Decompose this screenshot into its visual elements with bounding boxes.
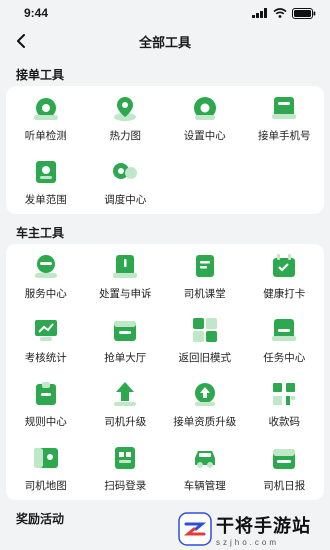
section-title: 接单工具	[16, 68, 65, 82]
tool-item[interactable]: 调度中心	[86, 150, 166, 214]
task-icon	[272, 319, 297, 341]
tool-label: 司机日报	[263, 480, 306, 492]
watermark-subtitle: szjho.com	[216, 537, 280, 547]
qualification-upgrade-icon	[194, 383, 215, 406]
tool-item[interactable]: 热力图	[86, 86, 166, 150]
status-bar: 9:44	[0, 0, 330, 26]
tool-item[interactable]: 健康打卡	[245, 244, 325, 308]
status-time: 9:44	[24, 6, 49, 20]
vehicle-icon	[194, 451, 215, 468]
rules-icon	[35, 382, 56, 405]
tools-content: 接单工具听单检测 热力图 设置中心 接单手机号发单范围 调度中心车主工具服务中心 处置与申…	[0, 56, 330, 530]
tool-item[interactable]: 司机地图	[6, 436, 86, 500]
listen-detect-icon	[33, 98, 58, 120]
page-title: 全部工具	[138, 34, 191, 50]
tool-label: 接单资质升级	[173, 416, 237, 428]
tool-item[interactable]: 服务中心	[6, 244, 86, 308]
tool-label: 处置与申诉	[99, 288, 152, 300]
tools-card: 听单检测 热力图 设置中心 接单手机号发单范围 调度中心	[6, 86, 324, 214]
tool-label: 收款码	[268, 416, 301, 428]
tool-item[interactable]: 扫码登录	[86, 436, 166, 500]
tool-item[interactable]: 抢单大厅	[86, 308, 166, 372]
old-mode-icon	[192, 318, 217, 342]
wifi-icon	[273, 8, 287, 18]
site-watermark: 干将手游站 szjho.com	[178, 508, 328, 550]
tool-item[interactable]: 考核统计	[6, 308, 86, 372]
nav-bar: 全部工具	[0, 26, 330, 56]
service-icon	[34, 255, 57, 278]
settings-icon	[193, 97, 216, 120]
driver-upgrade-icon	[114, 382, 137, 406]
section-title: 车主工具	[16, 226, 65, 240]
appeal-icon	[113, 255, 138, 278]
tool-item[interactable]: 接单资质升级	[165, 372, 245, 436]
payment-code-icon	[273, 383, 296, 405]
tool-item[interactable]: 任务中心	[245, 308, 325, 372]
back-button[interactable]	[8, 28, 34, 54]
signal-icon	[252, 8, 267, 18]
chevron-left-icon	[17, 34, 25, 48]
status-icons	[252, 7, 316, 19]
tool-item[interactable]: 规则中心	[6, 372, 86, 436]
order-range-icon	[35, 161, 56, 183]
tool-label: 发单范围	[24, 194, 67, 206]
tool-item[interactable]: 听单检测	[6, 86, 86, 150]
statistics-icon	[34, 320, 57, 341]
tool-label: 热力图	[109, 130, 142, 142]
tool-item[interactable]: 收款码	[245, 372, 325, 436]
tool-label: 规则中心	[24, 416, 67, 428]
tool-label: 返回旧模式	[178, 352, 232, 364]
tool-label: 车辆管理	[183, 480, 226, 492]
tool-label: 司机地图	[24, 480, 67, 492]
driver-map-icon	[33, 448, 58, 468]
order-hall-icon	[114, 321, 137, 341]
tool-label: 司机课堂	[183, 288, 226, 300]
dispatch-icon	[113, 163, 138, 179]
tool-label: 听单检测	[24, 130, 67, 142]
tool-item[interactable]: 司机升级	[86, 372, 166, 436]
tool-item[interactable]: 司机日报	[245, 436, 325, 500]
scan-login-icon	[115, 447, 136, 469]
tool-label: 司机升级	[104, 416, 147, 428]
watermark-title: 干将手游站	[216, 515, 311, 536]
tool-item[interactable]: 接单手机号	[245, 86, 325, 150]
tool-label: 健康打卡	[263, 288, 306, 300]
tool-item[interactable]: 发单范围	[6, 150, 86, 214]
tool-item[interactable]: 处置与申诉	[86, 244, 166, 308]
tool-label: 考核统计	[24, 352, 67, 364]
battery-icon	[292, 7, 316, 19]
tool-label: 设置中心	[183, 130, 226, 142]
phone-number-icon	[272, 97, 297, 119]
tool-item[interactable]: 司机课堂	[165, 244, 245, 308]
tool-label: 任务中心	[263, 352, 306, 364]
tool-label: 扫码登录	[104, 480, 147, 492]
tool-item[interactable]: 车辆管理	[165, 436, 245, 500]
classroom-icon	[195, 255, 214, 277]
tool-label: 抢单大厅	[104, 352, 147, 364]
tool-item[interactable]: 设置中心	[165, 86, 245, 150]
tool-label: 服务中心	[24, 288, 67, 300]
daily-report-icon	[273, 449, 296, 469]
heatmap-icon	[114, 97, 137, 121]
tool-label: 调度中心	[104, 194, 147, 206]
tools-card: 服务中心 处置与申诉 司机课堂 健康打卡 考核统计 抢单大厅 返回旧模式 任务中心 规则中心 司机…	[6, 244, 324, 500]
tool-item[interactable]: 返回旧模式	[165, 308, 245, 372]
watermark-logo-icon	[178, 512, 212, 546]
tool-label: 接单手机号	[258, 130, 311, 142]
health-checkin-icon	[273, 254, 296, 277]
